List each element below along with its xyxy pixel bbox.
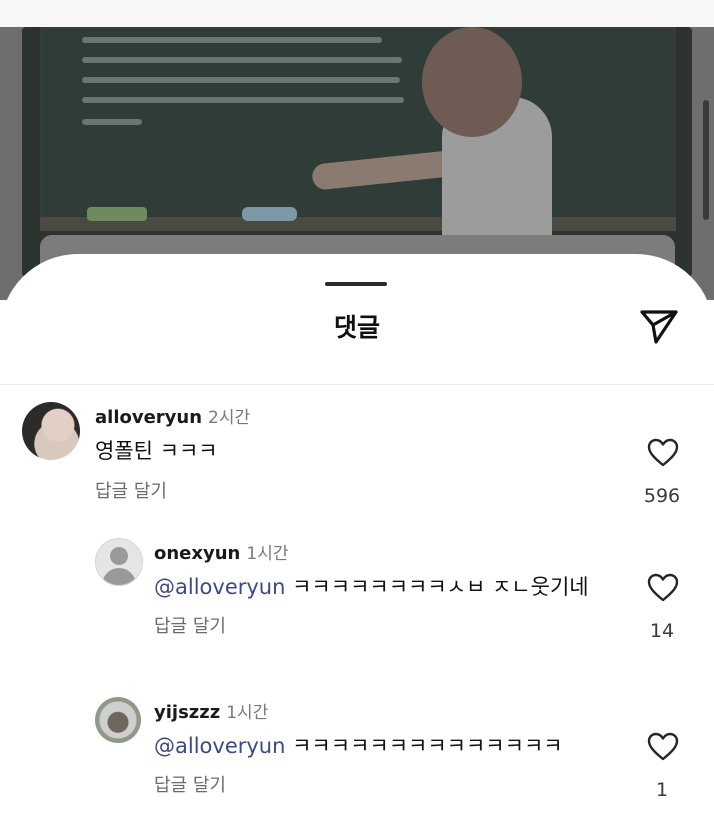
like-count: 14 xyxy=(649,620,675,642)
comment-text: @alloveryun ㅋㅋㅋㅋㅋㅋㅋㅋㅅㅂ ㅈㄴ웃기네 xyxy=(154,575,589,599)
like-count: 596 xyxy=(643,485,681,507)
drag-handle[interactable] xyxy=(325,282,387,286)
comment-timestamp: 1시간 xyxy=(226,703,269,723)
comment-username[interactable]: yijszzz 1시간 xyxy=(154,698,268,723)
like-count: 1 xyxy=(655,779,669,801)
status-bar-strip xyxy=(0,0,714,27)
comments-sheet: 댓글 alloveryun 2시간 영폴틴 ㅋㅋㅋ 답글 달기 596 onexy… xyxy=(0,254,714,814)
eraser xyxy=(242,207,297,221)
reply-button[interactable]: 답글 달기 xyxy=(154,612,226,638)
avatar[interactable] xyxy=(95,697,141,743)
eraser xyxy=(87,207,147,221)
heart-outline-icon[interactable] xyxy=(647,438,679,468)
comment-text: 영폴틴 ㅋㅋㅋ xyxy=(95,439,218,463)
mention-link[interactable]: @alloveryun xyxy=(154,575,285,599)
divider xyxy=(0,384,714,385)
comment-username[interactable]: onexyun 1시간 xyxy=(154,539,288,564)
paper-plane-icon[interactable] xyxy=(636,304,682,350)
reply-button[interactable]: 답글 달기 xyxy=(154,771,226,797)
reply-item: yijszzz 1시간 @alloveryun ㅋㅋㅋㅋㅋㅋㅋㅋㅋㅋㅋㅋㅋㅋ 답글… xyxy=(0,697,714,817)
avatar[interactable] xyxy=(22,402,80,460)
heart-outline-icon[interactable] xyxy=(647,573,679,603)
mention-link[interactable]: @alloveryun xyxy=(154,734,285,758)
comment-timestamp: 2시간 xyxy=(208,408,251,428)
comment-text: @alloveryun ㅋㅋㅋㅋㅋㅋㅋㅋㅋㅋㅋㅋㅋㅋ xyxy=(154,734,563,758)
chalkboard xyxy=(40,27,676,226)
comment-timestamp: 1시간 xyxy=(246,544,289,564)
comment-item: alloveryun 2시간 영폴틴 ㅋㅋㅋ 답글 달기 596 xyxy=(0,402,714,522)
scroll-indicator xyxy=(703,100,709,220)
heart-outline-icon[interactable] xyxy=(647,732,679,762)
reply-item: onexyun 1시간 @alloveryun ㅋㅋㅋㅋㅋㅋㅋㅋㅅㅂ ㅈㄴ웃기네 … xyxy=(0,538,714,658)
reply-button[interactable]: 답글 달기 xyxy=(95,477,167,503)
default-user-icon[interactable] xyxy=(95,538,143,586)
comment-username[interactable]: alloveryun 2시간 xyxy=(95,403,250,428)
teacher-figure xyxy=(422,27,522,137)
sheet-title: 댓글 xyxy=(333,313,380,342)
